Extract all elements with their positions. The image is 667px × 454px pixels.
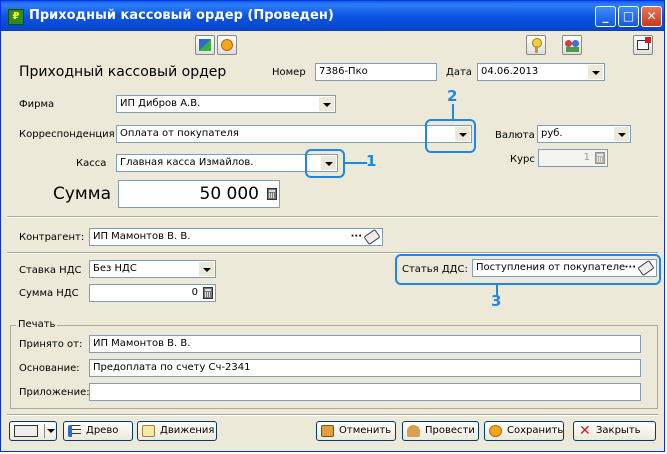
eraser-icon[interactable] — [637, 260, 655, 276]
currency-select[interactable]: руб. — [537, 125, 631, 143]
chevron-down-icon[interactable] — [199, 262, 214, 276]
divider — [7, 252, 658, 254]
vat-rate-select[interactable]: Без НДС — [89, 260, 216, 278]
rate-label: Курс — [510, 154, 535, 165]
chevron-down-icon[interactable] — [47, 429, 55, 433]
cancel-label: Отменить — [339, 425, 392, 436]
calculator-icon[interactable] — [203, 287, 213, 299]
dds-value: Поступления от покупателе — [476, 262, 626, 273]
chevron-down-icon[interactable] — [588, 65, 603, 79]
received-field[interactable]: ИП Мамонтов В. В. — [89, 335, 641, 353]
rate-field[interactable]: 1 — [538, 149, 608, 167]
cancel-icon — [321, 425, 334, 437]
tree-button[interactable]: Древо — [63, 421, 133, 441]
moves-icon — [142, 425, 155, 437]
calculator-icon[interactable] — [267, 188, 277, 200]
close-window-button[interactable]: ✕ — [641, 6, 662, 27]
number-field[interactable]: 7386-Пко — [315, 63, 437, 81]
cancel-button[interactable]: Отменить — [316, 421, 396, 441]
callout-2 — [425, 119, 476, 153]
divider — [7, 414, 658, 416]
post-button[interactable]: Провести — [402, 421, 479, 441]
ellipsis-icon[interactable]: ··· — [624, 260, 636, 276]
cash-value: Главная касса Измайлов. — [120, 157, 254, 168]
export-icon[interactable] — [633, 35, 653, 55]
basis-field[interactable]: Предоплата по счету Сч-2341 — [89, 359, 641, 377]
moves-label: Движения — [160, 425, 215, 436]
post-icon — [407, 425, 420, 437]
print-group-label: Печать — [16, 319, 58, 330]
firm-label: Фирма — [19, 99, 55, 110]
save-icon — [489, 425, 502, 437]
dds-field[interactable]: Поступления от покупателе ··· — [472, 259, 657, 277]
basis-label: Основание: — [19, 363, 80, 374]
callout-number-2: 2 — [447, 87, 458, 105]
contractor-field[interactable]: ИП Мамонтов В. В. ··· — [89, 228, 383, 246]
attachment-field[interactable] — [89, 383, 641, 401]
contractor-label: Контрагент: — [19, 232, 85, 243]
correspondence-select[interactable]: Оплата от покупателя — [116, 125, 472, 143]
date-field[interactable]: 04.06.2013 — [477, 63, 605, 81]
button-divider — [44, 424, 45, 438]
window-title: Приходный кассовый ордер (Проведен) — [29, 8, 334, 23]
vat-sum-field[interactable]: 0 — [89, 284, 216, 302]
refresh-icon[interactable] — [217, 35, 237, 55]
currency-label: Валюта — [495, 130, 535, 141]
firm-value: ИП Дибров А.В. — [120, 98, 201, 109]
chevron-down-icon[interactable] — [614, 127, 629, 141]
moves-button[interactable]: Движения — [137, 421, 217, 441]
dds-label: Статья ДДС: — [402, 264, 468, 275]
tree-icon — [68, 425, 81, 437]
post-label: Провести — [425, 425, 475, 436]
calculator-icon[interactable] — [595, 152, 605, 164]
rate-value: 1 — [583, 152, 590, 163]
print-button[interactable] — [9, 421, 57, 441]
maximize-button[interactable]: □ — [618, 6, 639, 27]
firm-select[interactable]: ИП Дибров А.В. — [116, 95, 336, 113]
document-window: ₽ Приходный кассовый ордер (Проведен) _ … — [0, 0, 665, 452]
minimize-button[interactable]: _ — [595, 6, 616, 27]
vat-rate-label: Ставка НДС — [19, 265, 82, 276]
sum-value: 50 000 — [199, 184, 259, 204]
form-heading: Приходный кассовый ордер — [19, 64, 227, 80]
vat-rate-value: Без НДС — [93, 263, 137, 274]
close-label: Закрыть — [596, 425, 641, 436]
save-label: Сохранить — [507, 425, 564, 436]
print-icon — [14, 425, 38, 437]
title-bar: ₽ Приходный кассовый ордер (Проведен) _ … — [1, 1, 664, 31]
callout-number-3: 3 — [491, 292, 502, 310]
close-icon: ✕ — [579, 423, 591, 439]
cash-label: Касса — [76, 158, 107, 169]
close-button[interactable]: ✕ Закрыть — [573, 421, 656, 441]
structure-icon[interactable] — [195, 35, 215, 55]
date-value: 04.06.2013 — [481, 66, 539, 77]
eraser-icon[interactable] — [363, 229, 381, 245]
key-icon[interactable] — [526, 35, 546, 55]
users-icon[interactable] — [562, 35, 582, 55]
currency-value: руб. — [541, 128, 563, 139]
ellipsis-icon[interactable]: ··· — [351, 229, 362, 245]
tree-label: Древо — [86, 425, 119, 436]
attachment-label: Приложение: — [19, 387, 90, 398]
callout-number-1: 1 — [366, 152, 377, 170]
sum-label: Сумма — [53, 184, 111, 204]
received-label: Принято от: — [19, 339, 83, 350]
correspondence-value: Оплата от покупателя — [120, 128, 239, 139]
number-label: Номер — [272, 67, 306, 78]
vat-sum-value: 0 — [191, 287, 198, 298]
divider — [7, 216, 658, 218]
app-icon: ₽ — [8, 9, 24, 25]
callout-line — [345, 162, 367, 164]
save-button[interactable]: Сохранить — [484, 421, 564, 441]
correspondence-label: Корреспонденция — [19, 129, 115, 140]
callout-1 — [305, 149, 345, 178]
vat-sum-label: Сумма НДС — [19, 288, 79, 299]
chevron-down-icon[interactable] — [319, 97, 334, 111]
callout-line — [452, 104, 454, 119]
sum-field[interactable]: 50 000 — [118, 180, 280, 208]
date-label: Дата — [446, 67, 472, 78]
contractor-value: ИП Мамонтов В. В. — [93, 231, 191, 242]
